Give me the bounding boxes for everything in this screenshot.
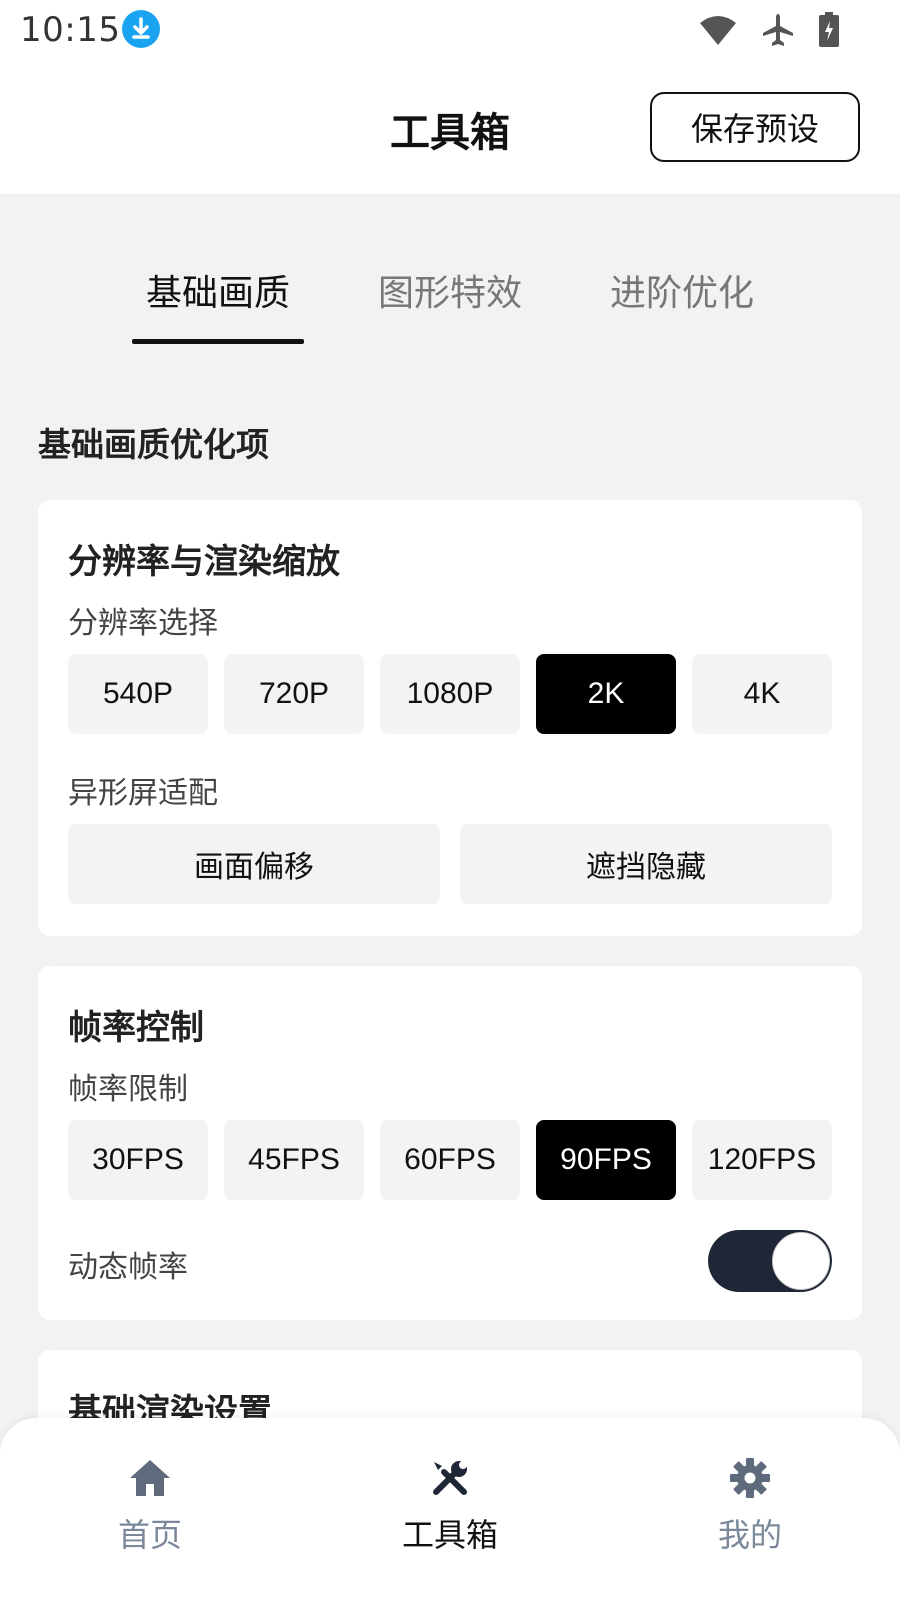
- screen: 10:15 工具箱 保存预设 基础画质 图形特效 进阶优化 基础画质优化项 分辨…: [0, 0, 900, 1600]
- nav-item-home[interactable]: 首页: [80, 1456, 220, 1556]
- active-tab-indicator: [132, 339, 304, 344]
- bottom-navigation: 首页 工具箱 我的: [0, 1418, 900, 1600]
- notch-option-hide[interactable]: 遮挡隐藏: [460, 824, 832, 904]
- section-title: 基础画质优化项: [38, 425, 269, 464]
- nav-label-toolbox: 工具箱: [401, 1516, 498, 1554]
- nav-label-me: 我的: [717, 1516, 782, 1554]
- toggle-knob: [772, 1232, 830, 1290]
- status-time: 10:15: [20, 10, 121, 50]
- fps-option-60[interactable]: 60FPS: [380, 1120, 520, 1200]
- fps-option-90[interactable]: 90FPS: [536, 1120, 676, 1200]
- notch-options: 画面偏移 遮挡隐藏: [68, 824, 832, 904]
- resolution-option-1080p[interactable]: 1080P: [380, 654, 520, 734]
- resolution-card: 分辨率与渲染缩放 分辨率选择 540P 720P 1080P 2K 4K 异形屏…: [38, 500, 862, 936]
- notch-label: 异形屏适配: [68, 776, 218, 811]
- save-preset-button[interactable]: 保存预设: [650, 92, 860, 162]
- resolution-option-540p[interactable]: 540P: [68, 654, 208, 734]
- resolution-option-2k[interactable]: 2K: [536, 654, 676, 734]
- tab-graphics-effects[interactable]: 图形特效: [350, 264, 550, 316]
- framerate-card: 帧率控制 帧率限制 30FPS 45FPS 60FPS 90FPS 120FPS…: [38, 966, 862, 1320]
- fps-option-30[interactable]: 30FPS: [68, 1120, 208, 1200]
- nav-label-home: 首页: [117, 1516, 182, 1554]
- card-title: 分辨率与渲染缩放: [68, 542, 340, 582]
- fps-options: 30FPS 45FPS 60FPS 90FPS 120FPS: [68, 1120, 832, 1200]
- tab-bar: 基础画质 图形特效 进阶优化: [0, 194, 900, 354]
- fps-limit-label: 帧率限制: [68, 1072, 188, 1107]
- nav-item-me[interactable]: 我的: [680, 1456, 820, 1556]
- resolution-option-4k[interactable]: 4K: [692, 654, 832, 734]
- top-app-bar: 工具箱 保存预设: [0, 64, 900, 194]
- dynamic-fps-toggle[interactable]: [708, 1230, 832, 1292]
- tools-icon: [428, 1456, 472, 1500]
- airplane-icon: [760, 12, 796, 52]
- download-icon: [122, 10, 160, 48]
- resolution-options: 540P 720P 1080P 2K 4K: [68, 654, 832, 734]
- wifi-icon: [698, 13, 738, 51]
- card-title: 帧率控制: [68, 1008, 204, 1048]
- resolution-option-720p[interactable]: 720P: [224, 654, 364, 734]
- tab-advanced-optimization[interactable]: 进阶优化: [582, 264, 782, 316]
- battery-charging-icon: [818, 12, 840, 52]
- resolution-label: 分辨率选择: [68, 606, 218, 641]
- fps-option-120[interactable]: 120FPS: [692, 1120, 832, 1200]
- gear-icon: [728, 1456, 772, 1500]
- nav-item-toolbox[interactable]: 工具箱: [380, 1456, 520, 1556]
- dynamic-fps-label: 动态帧率: [68, 1250, 188, 1285]
- fps-option-45[interactable]: 45FPS: [224, 1120, 364, 1200]
- status-bar: 10:15: [0, 0, 900, 64]
- tab-basic-quality[interactable]: 基础画质: [118, 264, 318, 316]
- home-icon: [128, 1456, 172, 1500]
- notch-option-offset[interactable]: 画面偏移: [68, 824, 440, 904]
